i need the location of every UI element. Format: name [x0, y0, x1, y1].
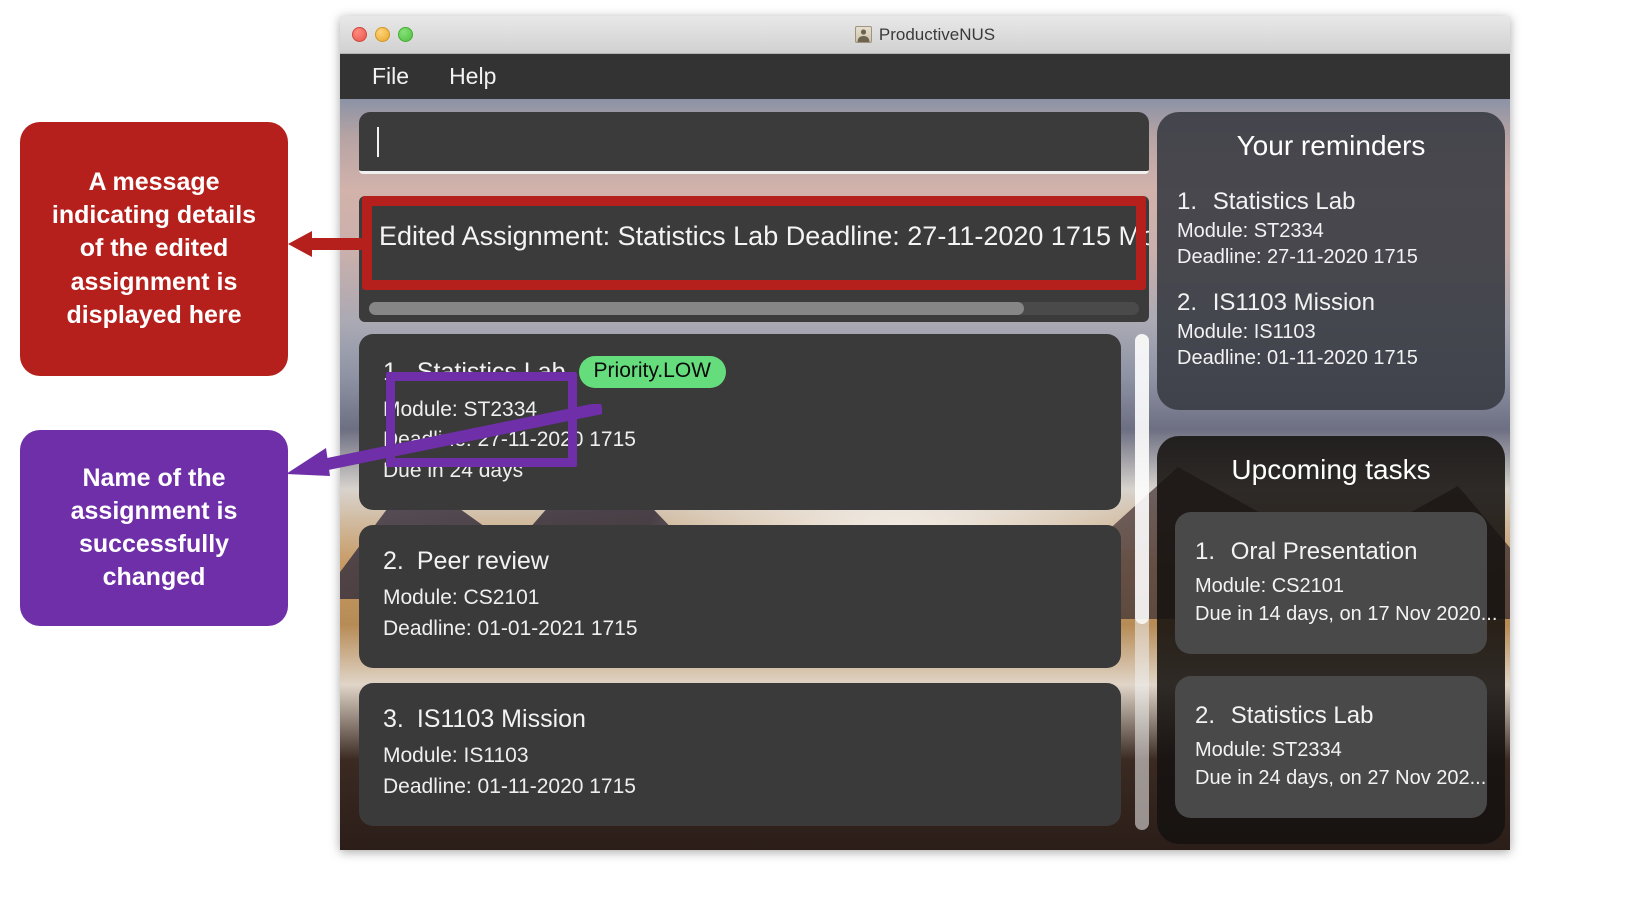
application-window: ProductiveNUS File Help Edited Assignmen… [340, 16, 1510, 850]
assignment-card[interactable]: 3. IS1103 Mission Module: IS1103 Deadlin… [359, 683, 1121, 827]
upcoming-task-card[interactable]: 2. Statistics Lab Module: ST2334 Due in … [1175, 676, 1487, 818]
assignment-index: 2. [383, 547, 404, 576]
reminder-item[interactable]: 1. Statistics Lab Module: ST2334 Deadlin… [1157, 188, 1505, 270]
assignment-module: Module: CS2101 [383, 586, 540, 610]
upcoming-task-index: 2. [1195, 702, 1216, 729]
assignment-module: Module: IS1103 [383, 744, 529, 768]
result-scrollbar-thumb[interactable] [369, 302, 1024, 315]
assignment-deadline: Deadline: 01-11-2020 1715 [383, 774, 636, 798]
assignment-due: Due in 24 days [383, 458, 524, 482]
reminders-panel: Your reminders 1. Statistics Lab Module:… [1157, 112, 1505, 410]
window-title: ProductiveNUS [878, 24, 996, 44]
reminder-name: Statistics Lab [1212, 188, 1356, 215]
assignment-title-row: 2. Peer review [383, 547, 1097, 576]
command-box[interactable] [359, 112, 1149, 174]
upcoming-tasks-panel: Upcoming tasks 1. Oral Presentation Modu… [1157, 436, 1505, 844]
user-avatar-icon [854, 26, 872, 43]
assignment-list-scrollbar-thumb[interactable] [1135, 334, 1149, 624]
upcoming-task-due: Due in 24 days, on 27 Nov 202... [1195, 767, 1487, 789]
reminder-module: Module: ST2334 [1177, 220, 1324, 242]
assignment-title-row: 1. Statistics Lab Priority.LOW [383, 356, 1097, 388]
reminder-index: 2. [1177, 289, 1198, 316]
assignment-name: Peer review [416, 547, 549, 576]
assignment-deadline: Deadline: 01-01-2021 1715 [383, 616, 638, 640]
window-title-group: ProductiveNUS [340, 25, 1510, 45]
upcoming-task-name: Oral Presentation [1230, 538, 1418, 565]
message-callout: A message indicating details of the edit… [20, 122, 288, 376]
upcoming-task-index: 1. [1195, 538, 1216, 565]
result-message: Edited Assignment: Statistics Lab Deadli… [379, 221, 1149, 251]
reminder-module: Module: IS1103 [1177, 321, 1316, 343]
upcoming-task-title-row: 2. Statistics Lab [1195, 702, 1467, 730]
assignment-index: 1. [383, 357, 404, 386]
assignment-deadline: Deadline: 27-11-2020 1715 [383, 428, 636, 452]
reminders-heading: Your reminders [1236, 130, 1426, 161]
name-callout: Name of the assignment is successfully c… [20, 430, 288, 626]
priority-badge: Priority.LOW [578, 356, 726, 388]
upcoming-task-module: Module: CS2101 [1195, 575, 1344, 597]
assignment-module: Module: ST2334 [383, 398, 538, 421]
reminder-title-row: 1. Statistics Lab [1177, 188, 1485, 216]
assignment-name: IS1103 Mission [416, 705, 586, 734]
assignment-card[interactable]: 2. Peer review Module: CS2101 Deadline: … [359, 525, 1121, 669]
reminder-title-row: 2. IS1103 Mission [1177, 289, 1485, 317]
upcoming-task-module: Module: ST2334 [1195, 739, 1342, 761]
reminder-name: IS1103 Mission [1212, 289, 1375, 316]
reminder-deadline: Deadline: 01-11-2020 1715 [1177, 347, 1418, 369]
app-content-area: Edited Assignment: Statistics Lab Deadli… [340, 99, 1510, 850]
upcoming-task-title-row: 1. Oral Presentation [1195, 538, 1467, 566]
reminder-deadline: Deadline: 27-11-2020 1715 [1177, 246, 1418, 268]
upcoming-tasks-heading: Upcoming tasks [1231, 454, 1431, 485]
assignment-list: 1. Statistics Lab Priority.LOW Module: S… [359, 334, 1149, 830]
result-scrollbar[interactable] [369, 302, 1139, 315]
assignment-index: 3. [383, 705, 404, 734]
command-input[interactable] [379, 129, 1131, 154]
menu-item-help[interactable]: Help [443, 61, 502, 92]
reminder-item[interactable]: 2. IS1103 Mission Module: IS1103 Deadlin… [1157, 289, 1505, 371]
menu-bar: File Help [340, 54, 1510, 99]
upcoming-task-card[interactable]: 1. Oral Presentation Module: CS2101 Due … [1175, 512, 1498, 654]
upcoming-task-name: Statistics Lab [1230, 702, 1374, 729]
assignment-list-scrollbar[interactable] [1135, 334, 1149, 830]
assignment-card[interactable]: 1. Statistics Lab Priority.LOW Module: S… [359, 334, 1121, 511]
main-column: Edited Assignment: Statistics Lab Deadli… [359, 112, 1149, 841]
assignment-name: Statistics Lab [416, 357, 566, 386]
reminder-index: 1. [1177, 188, 1198, 215]
window-titlebar: ProductiveNUS [340, 16, 1510, 54]
menu-item-file[interactable]: File [366, 61, 415, 92]
side-column: Your reminders 1. Statistics Lab Module:… [1157, 112, 1505, 844]
assignment-title-row: 3. IS1103 Mission [383, 705, 1097, 734]
result-display-box: Edited Assignment: Statistics Lab Deadli… [359, 196, 1149, 322]
upcoming-task-due: Due in 14 days, on 17 Nov 2020... [1195, 603, 1498, 625]
